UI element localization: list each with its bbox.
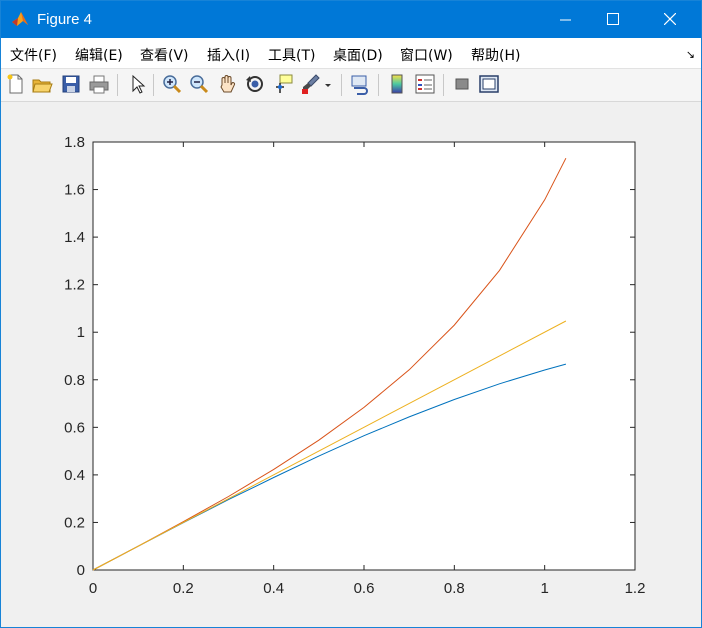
x-tick-label: 0.4 (263, 580, 284, 597)
menu-insert[interactable]: 插入(I) (207, 45, 250, 65)
toolbar-separator (341, 74, 342, 96)
menu-overflow-icon[interactable]: ↘ (686, 48, 695, 61)
legend-icon[interactable] (414, 73, 436, 95)
matlab-logo-icon (11, 10, 29, 28)
hide-plot-tools-icon[interactable] (451, 73, 473, 95)
print-icon[interactable] (88, 73, 110, 95)
x-tick-label: 0.8 (444, 580, 465, 597)
menu-view[interactable]: 查看(V) (140, 45, 189, 65)
data-cursor-icon[interactable] (272, 73, 294, 95)
figure-window: Figure 4 文件(F) 编辑(E) 查看(V) 插入(I) 工具(T) 桌… (0, 0, 702, 628)
y-tick-label: 0.6 (64, 419, 85, 436)
zoom-in-icon[interactable] (161, 73, 183, 95)
y-tick-label: 1.4 (64, 229, 85, 246)
menu-file[interactable]: 文件(F) (10, 45, 57, 65)
open-file-icon[interactable] (31, 73, 53, 95)
toolbar-separator (378, 74, 379, 96)
menu-window[interactable]: 窗口(W) (400, 45, 453, 65)
toolbar-separator (117, 74, 118, 96)
line-chart[interactable]: 0 0.2 0.4 0.6 0.8 1 1.2 0 0.2 0.4 0.6 0.8 1 1.2 1.4 1.6… (1, 102, 701, 627)
rotate-3d-icon[interactable] (244, 73, 266, 95)
toolbar-separator (153, 74, 154, 96)
menu-edit[interactable]: 编辑(E) (75, 45, 123, 65)
x-tick-label: 0.6 (354, 580, 375, 597)
maximize-button[interactable] (590, 1, 636, 38)
toolbar (1, 69, 701, 102)
new-figure-icon[interactable] (5, 73, 27, 95)
menu-desktop[interactable]: 桌面(D) (333, 45, 383, 65)
close-icon (664, 13, 676, 25)
figure-canvas[interactable]: 0 0.2 0.4 0.6 0.8 1 1.2 0 0.2 0.4 0.6 0.8 1 1.2 1.4 1.6… (1, 102, 701, 627)
y-tick-label: 0 (77, 562, 85, 579)
y-tick-label: 1.8 (64, 134, 85, 151)
save-icon[interactable] (60, 73, 82, 95)
x-tick-label: 1.2 (625, 580, 646, 597)
pan-hand-icon[interactable] (216, 73, 238, 95)
y-tick-label: 0.8 (64, 372, 85, 389)
menu-help[interactable]: 帮助(H) (471, 45, 520, 65)
y-tick-label: 0.4 (64, 467, 85, 484)
minimize-icon (560, 19, 571, 21)
axes-box (92, 141, 636, 571)
maximize-icon (607, 13, 619, 25)
menu-bar: 文件(F) 编辑(E) 查看(V) 插入(I) 工具(T) 桌面(D) 窗口(W… (1, 38, 701, 69)
zoom-out-icon[interactable] (188, 73, 210, 95)
menu-tools[interactable]: 工具(T) (268, 45, 315, 65)
colorbar-icon[interactable] (386, 73, 408, 95)
title-bar[interactable]: Figure 4 (1, 1, 701, 38)
link-plot-icon[interactable] (349, 73, 371, 95)
minimize-button[interactable] (543, 1, 589, 38)
y-tick-label: 1 (77, 324, 85, 341)
select-arrow-icon[interactable] (126, 73, 148, 95)
window-title: Figure 4 (37, 11, 93, 28)
toolbar-separator (443, 74, 444, 96)
x-tick-label: 0 (89, 580, 97, 597)
y-tick-label: 1.6 (64, 182, 85, 199)
brush-dropdown-icon[interactable] (321, 73, 335, 95)
x-tick-label: 0.2 (173, 580, 194, 597)
close-button[interactable] (647, 1, 693, 38)
y-tick-label: 0.2 (64, 514, 85, 531)
brush-icon[interactable] (299, 73, 321, 95)
y-tick-label: 1.2 (64, 277, 85, 294)
x-tick-label: 1 (540, 580, 548, 597)
show-plot-tools-icon[interactable] (478, 73, 500, 95)
